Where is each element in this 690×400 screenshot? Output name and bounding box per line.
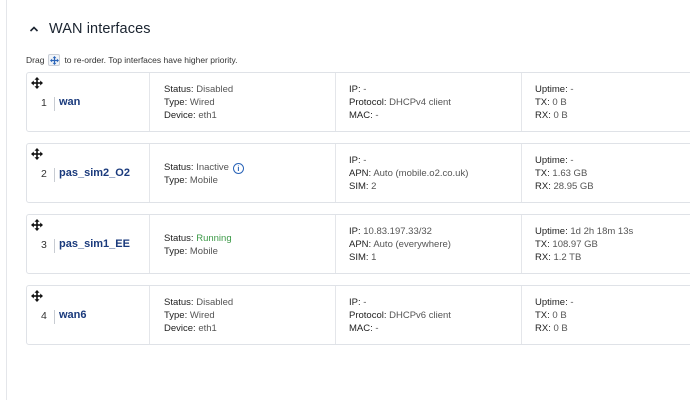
tx-value: 0 B [552,310,567,321]
drag-handle-icon[interactable] [31,148,43,160]
uptime-value: - [570,297,574,308]
uptime-value: - [570,155,574,166]
number-divider [54,97,55,111]
interface-card-wan[interactable]: 1 wan Status: Disabled Type: Wired Devic… [26,72,690,132]
column-divider [149,286,150,344]
interface-name-link[interactable]: wan6 [59,309,87,321]
move-arrows-icon [48,54,61,66]
info-icon[interactable]: i [232,163,244,174]
apn-value: Auto (everywhere) [373,239,451,250]
column-divider [335,286,336,344]
type-value: Mobile [189,246,218,257]
uptime-value: - [570,84,574,95]
section-toggle[interactable]: WAN interfaces [28,19,151,39]
ip-value: - [363,297,367,308]
column-divider [521,286,522,344]
column-divider [335,144,336,202]
drag-handle-icon[interactable] [31,219,43,231]
column-divider [521,73,522,131]
interface-card-pas-sim1-ee[interactable]: 3 pas_sim1_EE Status: Running Type: Mobi… [26,214,690,274]
status-value: Inactive [196,162,229,173]
column-divider [521,144,522,202]
rx-value: 0 B [553,323,568,334]
interface-name-link[interactable]: pas_sim1_EE [59,238,130,250]
ip-value: - [363,84,367,95]
drag-hint: Drag to re-order. Top interfaces have hi… [26,54,238,66]
column-divider [335,215,336,273]
rx-value: 0 B [553,110,568,121]
mac-value: - [375,110,379,121]
tx-value: 0 B [552,97,567,108]
device-value: eth1 [198,323,217,334]
priority-number: 3 [41,239,47,251]
hint-text-before: Drag [26,55,45,65]
column-divider [521,215,522,273]
network-column: IP: 10.83.197.33/32 APN: Auto (everywher… [349,226,451,263]
traffic-column: Uptime: - TX: 0 B RX: 0 B [535,297,574,334]
priority-number: 2 [41,168,47,180]
interface-name-link[interactable]: pas_sim2_O2 [59,167,130,179]
interface-card-wan6[interactable]: 4 wan6 Status: Disabled Type: Wired Devi… [26,285,690,345]
column-divider [149,215,150,273]
apn-value: Auto (mobile.o2.co.uk) [373,168,469,179]
drag-handle-icon[interactable] [31,290,43,302]
status-column: Status: Running Type: Mobile [164,233,232,257]
status-value: Running [196,233,232,244]
number-divider [54,168,55,182]
rx-value: 1.2 TB [553,252,582,263]
ip-value: - [363,155,367,166]
traffic-column: Uptime: - TX: 0 B RX: 0 B [535,84,574,121]
status-column: Status: Disabled Type: Wired Device: eth… [164,297,234,334]
traffic-column: Uptime: 1d 2h 18m 13s TX: 108.97 GB RX: … [535,226,634,263]
interface-name-link[interactable]: wan [59,96,80,108]
column-divider [149,73,150,131]
chevron-up-icon[interactable] [28,23,40,35]
traffic-column: Uptime: - TX: 1.63 GB RX: 28.95 GB [535,155,594,192]
ip-value: 10.83.197.33/32 [363,226,432,237]
column-divider [335,73,336,131]
drag-handle-icon[interactable] [31,77,43,89]
status-column: Status: Disabled Type: Wired Device: eth… [164,84,234,121]
protocol-value: DHCPv6 client [389,310,451,321]
priority-number: 4 [41,310,47,322]
sim-value: 2 [371,181,377,192]
protocol-value: DHCPv4 client [389,97,451,108]
priority-number: 1 [41,97,47,109]
number-divider [54,239,55,253]
section-title: WAN interfaces [49,21,151,37]
column-divider [149,144,150,202]
network-column: IP: - Protocol: DHCPv6 client MAC: - [349,297,451,334]
mac-value: - [375,323,379,334]
type-value: Wired [189,97,215,108]
device-value: eth1 [198,110,217,121]
network-column: IP: - APN: Auto (mobile.o2.co.uk) SIM: 2 [349,155,469,192]
uptime-value: 1d 2h 18m 13s [570,226,634,237]
number-divider [54,310,55,324]
sim-value: 1 [371,252,377,263]
hint-text-after: to re-order. Top interfaces have higher … [64,55,238,65]
rx-value: 28.95 GB [553,181,594,192]
status-column: Status: Inactive i Type: Mobile [164,161,244,187]
status-value: Disabled [196,84,234,95]
network-column: IP: - Protocol: DHCPv4 client MAC: - [349,84,451,121]
interface-card-pas-sim2-o2[interactable]: 2 pas_sim2_O2 Status: Inactive i Type: Mo… [26,143,690,203]
left-divider [6,0,7,400]
type-value: Mobile [189,175,218,186]
tx-value: 108.97 GB [552,239,598,250]
type-value: Wired [189,310,215,321]
tx-value: 1.63 GB [552,168,588,179]
status-value: Disabled [196,297,234,308]
